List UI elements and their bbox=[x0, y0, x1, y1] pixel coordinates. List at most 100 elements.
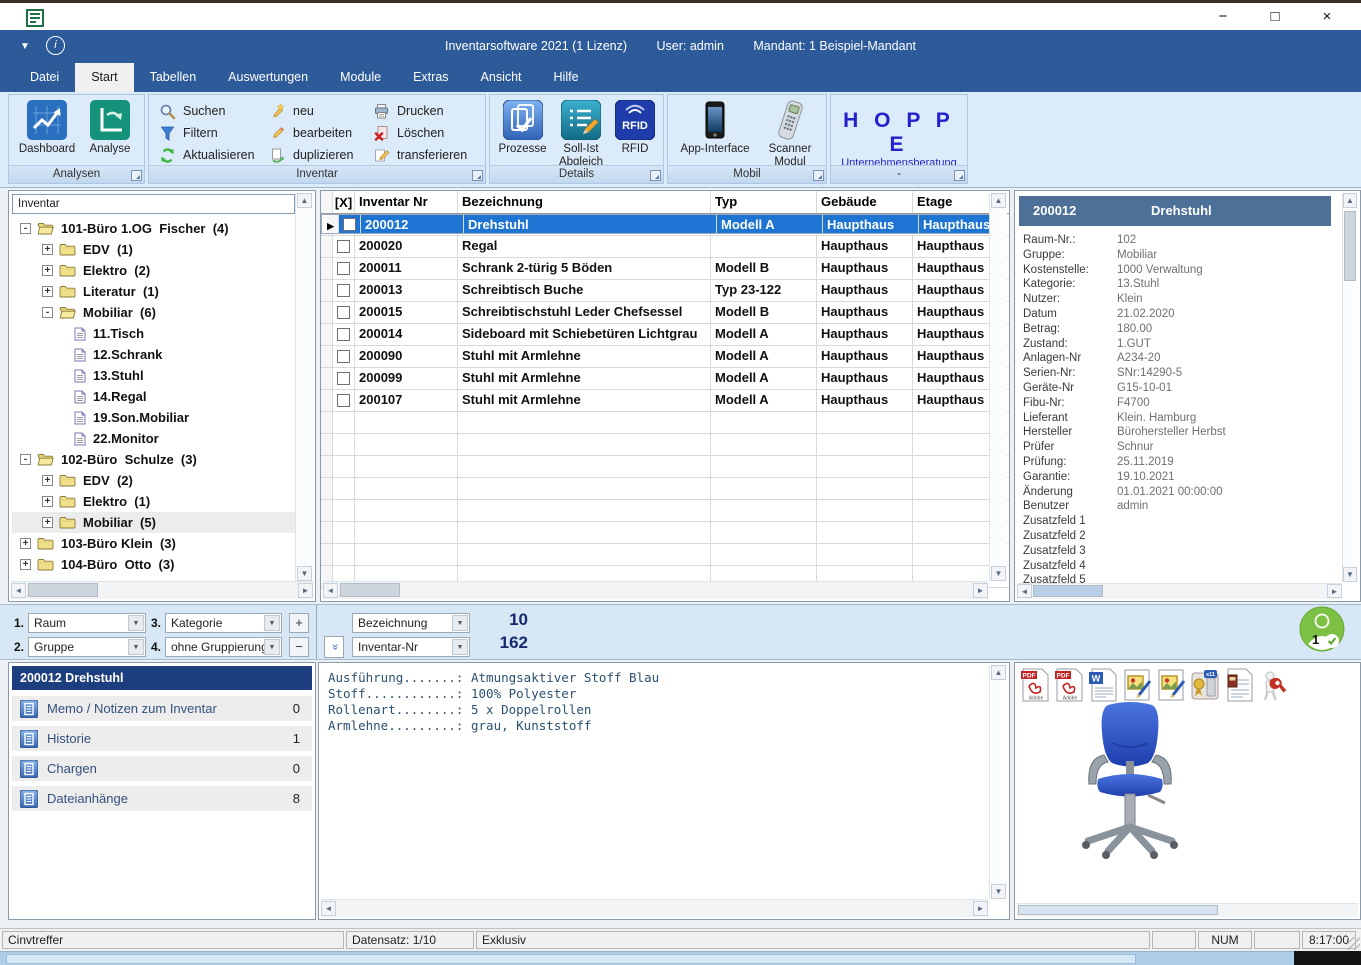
tree-expander-icon[interactable]: + bbox=[42, 496, 53, 507]
scroll-left-icon[interactable]: ◄ bbox=[1017, 584, 1032, 598]
drucken-button[interactable]: Drucken bbox=[373, 102, 444, 120]
tree-item[interactable]: +Mobiliar (5) bbox=[12, 512, 295, 533]
tree-item[interactable]: +Elektro (2) bbox=[12, 260, 295, 281]
report-file-icon[interactable] bbox=[1224, 668, 1254, 702]
memo-vertical-scrollbar[interactable]: ▲ ▼ bbox=[989, 665, 1007, 899]
column-header-etage[interactable]: Etage bbox=[913, 191, 990, 213]
row-checkbox[interactable] bbox=[337, 350, 350, 363]
column-header-typ[interactable]: Typ bbox=[711, 191, 817, 213]
chevron-down-icon[interactable]: ▼ bbox=[128, 615, 144, 631]
checkbox-cell[interactable] bbox=[333, 258, 355, 279]
tree-expander-icon[interactable]: + bbox=[20, 559, 31, 570]
checkbox-cell[interactable] bbox=[333, 302, 355, 323]
aktualisieren-button[interactable]: Aktualisieren bbox=[159, 146, 255, 164]
table-row[interactable]: 200015Schreibtischstuhl Leder Chefsessel… bbox=[321, 302, 1009, 324]
tree-item[interactable]: 12.Schrank bbox=[12, 344, 295, 365]
row-checkbox[interactable] bbox=[337, 372, 350, 385]
menu-tab-datei[interactable]: Datei bbox=[14, 63, 75, 92]
row-checkbox[interactable] bbox=[337, 328, 350, 341]
table-row[interactable]: 200107Stuhl mit ArmlehneModell AHaupthau… bbox=[321, 390, 1009, 412]
table-row[interactable]: 200013Schreibtisch BucheTyp 23-122Haupth… bbox=[321, 280, 1009, 302]
dialog-launcher-icon[interactable] bbox=[954, 170, 965, 181]
tree-item[interactable]: 22.Monitor bbox=[12, 428, 295, 449]
row-checkbox[interactable] bbox=[343, 218, 356, 231]
checkbox-cell[interactable] bbox=[333, 236, 355, 257]
chevron-down-icon[interactable]: ▼ bbox=[264, 639, 280, 655]
row-checkbox[interactable] bbox=[337, 306, 350, 319]
scroll-right-icon[interactable]: ► bbox=[973, 583, 988, 598]
checkbox-cell[interactable] bbox=[333, 368, 355, 389]
chevron-down-icon[interactable]: ▼ bbox=[264, 615, 280, 631]
scroll-down-icon[interactable]: ▼ bbox=[297, 566, 312, 581]
checkbox-cell[interactable] bbox=[333, 324, 355, 345]
tree-item[interactable]: +EDV (2) bbox=[12, 470, 295, 491]
dialog-launcher-icon[interactable] bbox=[472, 170, 483, 181]
tree-item[interactable]: 13.Stuhl bbox=[12, 365, 295, 386]
bottom-scroll-strip[interactable] bbox=[0, 951, 1361, 965]
image-edit-file-icon[interactable] bbox=[1156, 668, 1186, 702]
scrollbar-thumb[interactable] bbox=[6, 954, 1136, 964]
grouping-select-1[interactable]: Raum▼ bbox=[28, 613, 146, 633]
menu-tab-module[interactable]: Module bbox=[324, 63, 397, 92]
column-header-bez[interactable]: Bezeichnung bbox=[458, 191, 711, 213]
scroll-down-icon[interactable]: ▼ bbox=[1343, 567, 1357, 582]
certificate-file-icon[interactable]: x11 bbox=[1190, 668, 1220, 702]
scroll-right-icon[interactable]: ► bbox=[973, 901, 988, 916]
dialog-launcher-icon[interactable] bbox=[813, 170, 824, 181]
checkbox-cell[interactable] bbox=[333, 346, 355, 367]
tree-item[interactable]: 11.Tisch bbox=[12, 323, 295, 344]
subpanel-item[interactable]: Dateianhänge8 bbox=[12, 786, 312, 811]
table-row[interactable]: ▶200012DrehstuhlModell AHaupthausHauptha… bbox=[321, 214, 997, 234]
sort-select-1[interactable]: Bezeichnung▼ bbox=[352, 613, 470, 633]
tree-expander-icon[interactable]: - bbox=[20, 223, 31, 234]
tree-item[interactable]: +104-Büro Otto (3) bbox=[12, 554, 295, 575]
table-row[interactable]: 200090Stuhl mit ArmlehneModell AHaupthau… bbox=[321, 346, 1009, 368]
scroll-down-icon[interactable]: ▼ bbox=[991, 566, 1006, 581]
menu-tab-ansicht[interactable]: Ansicht bbox=[465, 63, 538, 92]
tree-expander-icon[interactable]: + bbox=[42, 517, 53, 528]
table-row[interactable]: 200020RegalHaupthausHaupthaus bbox=[321, 236, 1009, 258]
tree-item[interactable]: -102-Büro Schulze (3) bbox=[12, 449, 295, 470]
details-vertical-scrollbar[interactable]: ▲ ▼ bbox=[1342, 193, 1358, 582]
bearbeiten-button[interactable]: bearbeiten bbox=[269, 124, 352, 142]
scrollbar-thumb[interactable] bbox=[1344, 211, 1356, 281]
expand-sort-button[interactable]: » bbox=[324, 636, 344, 658]
dashboard-button[interactable]: Dashboard bbox=[17, 100, 77, 156]
column-header-cb[interactable]: [X] bbox=[333, 191, 355, 213]
tool-file-icon[interactable] bbox=[1258, 668, 1288, 702]
menu-tab-extras[interactable]: Extras bbox=[397, 63, 464, 92]
pdf-file-icon[interactable]: PDFAdobe bbox=[1020, 668, 1050, 702]
scroll-up-icon[interactable]: ▲ bbox=[991, 665, 1006, 680]
tree-expander-icon[interactable]: + bbox=[42, 244, 53, 255]
row-checkbox[interactable] bbox=[337, 394, 350, 407]
löschen-button[interactable]: Löschen bbox=[373, 124, 444, 142]
dialog-launcher-icon[interactable] bbox=[650, 170, 661, 181]
soll-ist-button[interactable]: Soll-Ist Abgleich bbox=[553, 100, 609, 169]
checkbox-cell[interactable] bbox=[333, 390, 355, 411]
tree-item[interactable]: -101-Büro 1.OG Fischer (4) bbox=[12, 218, 295, 239]
tree-expander-icon[interactable]: - bbox=[42, 307, 53, 318]
scroll-up-icon[interactable]: ▲ bbox=[991, 193, 1006, 208]
table-row[interactable]: 200011Schrank 2-türig 5 BödenModell BHau… bbox=[321, 258, 1009, 280]
details-horizontal-scrollbar[interactable]: ◄ ► bbox=[1017, 583, 1342, 599]
subpanel-item[interactable]: Chargen0 bbox=[12, 756, 312, 781]
remove-grouping-button[interactable]: − bbox=[289, 637, 309, 657]
row-checkbox[interactable] bbox=[337, 240, 350, 253]
scroll-left-icon[interactable]: ◄ bbox=[321, 901, 336, 916]
subpanel-item[interactable]: Memo / Notizen zum Inventar0 bbox=[12, 696, 312, 721]
dialog-launcher-icon[interactable] bbox=[131, 170, 142, 181]
row-checkbox[interactable] bbox=[337, 262, 350, 275]
tree-item[interactable]: +EDV (1) bbox=[12, 239, 295, 260]
neu-button[interactable]: neu bbox=[269, 102, 314, 120]
scroll-right-icon[interactable]: ► bbox=[298, 583, 313, 598]
tree-vertical-scrollbar[interactable]: ▲ ▼ bbox=[295, 193, 313, 581]
grouping-select-3[interactable]: Kategorie▼ bbox=[165, 613, 282, 633]
image-edit-file-icon[interactable] bbox=[1122, 668, 1152, 702]
suchen-button[interactable]: Suchen bbox=[159, 102, 225, 120]
scroll-up-icon[interactable]: ▲ bbox=[297, 193, 312, 208]
resize-grip[interactable] bbox=[1347, 937, 1360, 950]
app-interface-button[interactable]: App-Interface bbox=[676, 100, 754, 156]
scroll-up-icon[interactable]: ▲ bbox=[1343, 193, 1357, 208]
column-header-geb[interactable]: Gebäude bbox=[817, 191, 913, 213]
tree-expander-icon[interactable]: + bbox=[42, 265, 53, 276]
